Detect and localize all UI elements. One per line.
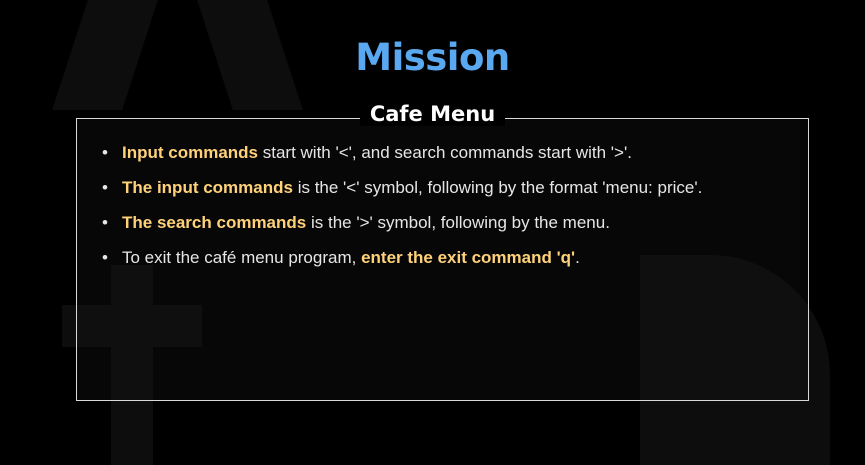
list-item: Input commands start with '<', and searc…: [100, 141, 800, 165]
slide: Mission Cafe Menu Input commands start w…: [0, 0, 865, 465]
bullet-list: Input commands start with '<', and searc…: [100, 141, 800, 281]
bullet-text: To exit the café menu program,: [122, 248, 362, 267]
list-item: To exit the café menu program, enter the…: [100, 246, 800, 270]
bullet-highlight: enter the exit command 'q': [361, 248, 576, 267]
bullet-text: start with '<', and search commands star…: [258, 143, 632, 162]
bullet-text: is the '>' symbol, following by the menu…: [306, 213, 610, 232]
list-item: The search commands is the '>' symbol, f…: [100, 211, 800, 235]
bullet-text: .: [575, 248, 580, 267]
bullet-text: is the '<' symbol, following by the form…: [292, 178, 703, 197]
bullet-highlight: The search commands: [122, 213, 307, 232]
page-title: Mission: [355, 36, 510, 79]
bullet-highlight: The input commands: [122, 178, 293, 197]
section-label-wrapper: Cafe Menu: [0, 102, 865, 126]
section-label: Cafe Menu: [359, 102, 506, 126]
list-item: The input commands is the '<' symbol, fo…: [100, 176, 800, 200]
bullet-highlight: Input commands: [122, 143, 259, 162]
